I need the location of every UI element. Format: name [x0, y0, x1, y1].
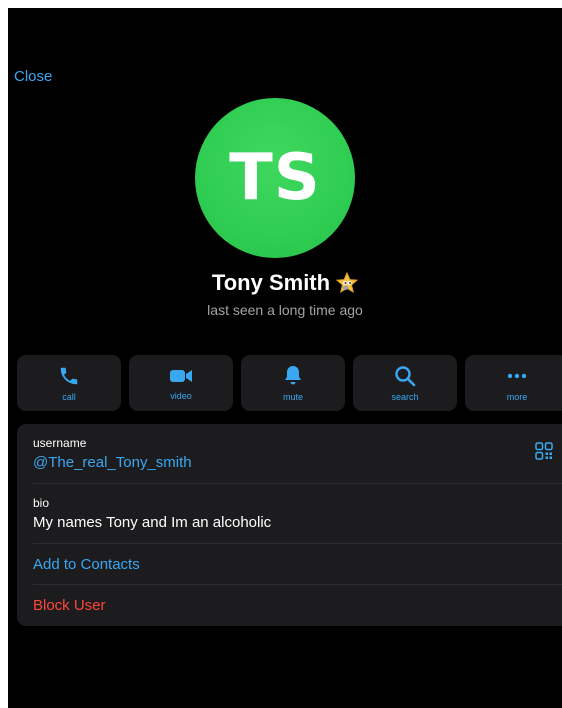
last-seen-status: last seen a long time ago: [207, 302, 363, 318]
username-value[interactable]: @The_real_Tony_smith: [33, 454, 562, 471]
divider: [33, 584, 562, 585]
block-user-row[interactable]: Block User: [33, 597, 562, 614]
bell-icon: [283, 365, 303, 387]
call-button[interactable]: call: [17, 355, 121, 411]
mute-button[interactable]: mute: [241, 355, 345, 411]
action-buttons: call video mute search more: [17, 355, 562, 411]
video-camera-icon: [169, 366, 193, 386]
divider: [33, 543, 562, 544]
add-to-contacts-button[interactable]: Add to Contacts: [33, 556, 562, 573]
username-label: username: [33, 436, 87, 450]
profile-name-row: Tony Smith: [8, 270, 562, 296]
more-label: more: [506, 391, 528, 402]
profile-name: Tony Smith: [211, 270, 331, 295]
search-label: search: [391, 391, 419, 402]
search-icon: [394, 365, 416, 387]
profile-screen: Close TS Tony Smith last seen a long tim…: [8, 8, 562, 708]
block-user-button[interactable]: Block User: [33, 597, 562, 614]
avatar-initials: TS: [229, 141, 321, 215]
mute-label: mute: [282, 391, 303, 402]
star-emoji-icon[interactable]: [335, 271, 359, 294]
close-button[interactable]: Close: [14, 68, 52, 85]
profile-info-card: username @The_real_Tony_smith bio My nam…: [17, 424, 562, 626]
avatar[interactable]: TS: [195, 98, 355, 258]
add-to-contacts-row[interactable]: Add to Contacts: [33, 556, 562, 573]
bio-value: My names Tony and Im an alcoholic: [33, 514, 272, 531]
call-label: call: [62, 391, 76, 402]
divider: [33, 483, 562, 484]
video-label: video: [170, 390, 192, 401]
video-button[interactable]: video: [129, 355, 233, 411]
bio-row: bio My names Tony and Im an alcoholic: [33, 496, 562, 531]
search-button[interactable]: search: [353, 355, 457, 411]
qr-code-icon[interactable]: [535, 442, 553, 460]
more-button[interactable]: more: [465, 355, 562, 411]
bio-label: bio: [33, 496, 50, 510]
phone-icon: [58, 365, 80, 387]
username-row[interactable]: username @The_real_Tony_smith: [33, 436, 562, 471]
more-dots-icon: [506, 365, 528, 387]
